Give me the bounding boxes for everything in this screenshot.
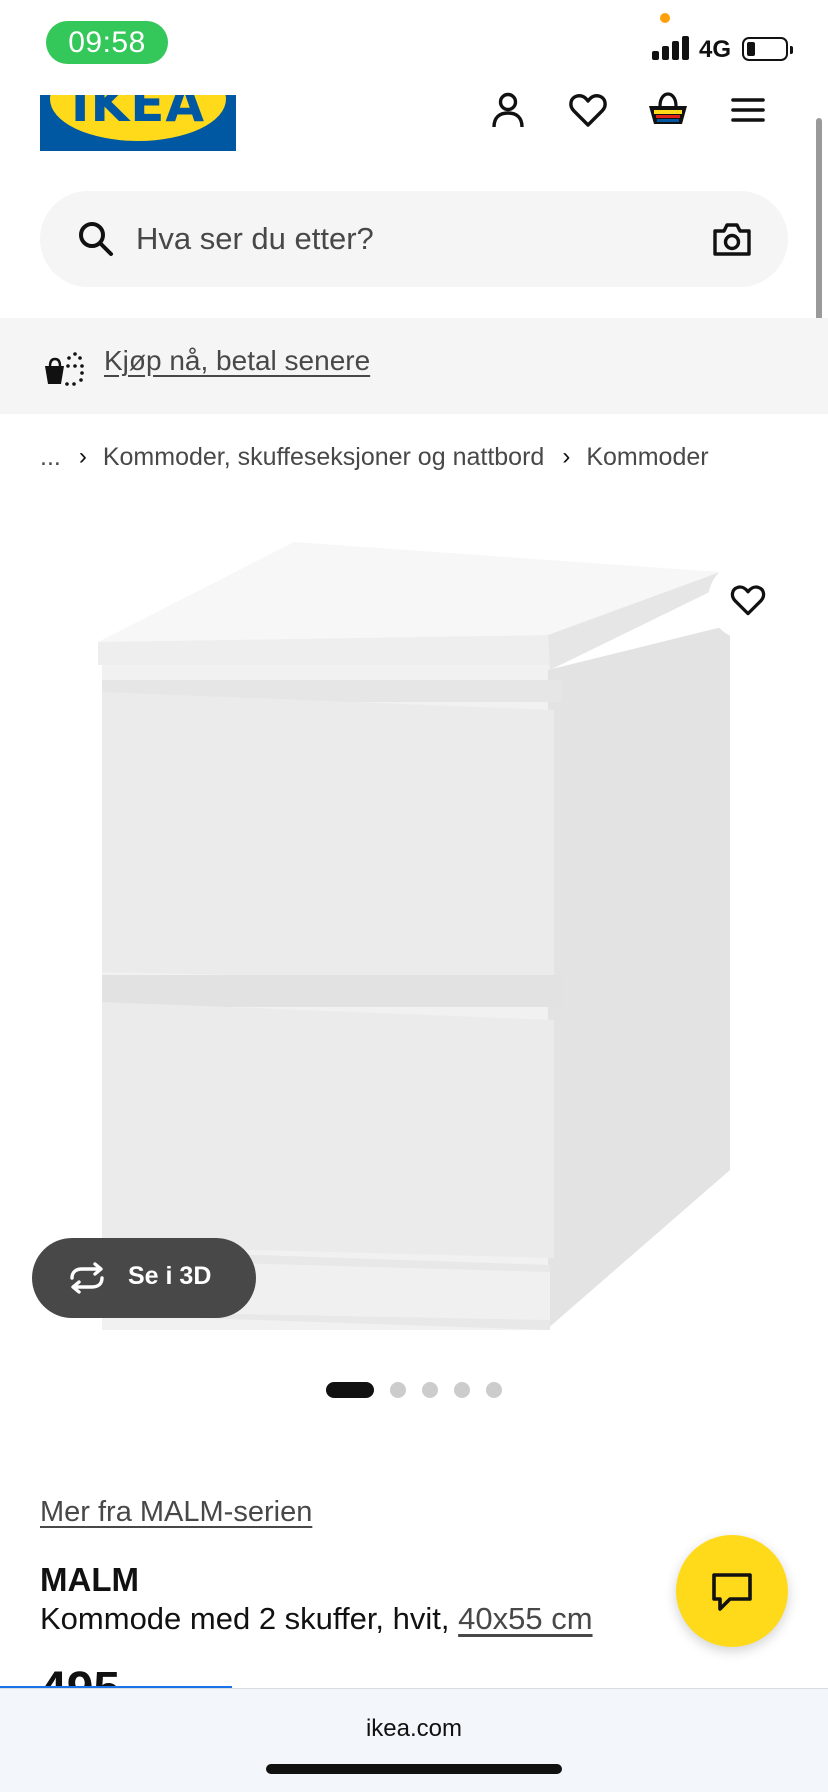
status-time: 09:58	[46, 21, 168, 64]
product-size-link[interactable]: 40x55 cm	[458, 1601, 592, 1636]
camera-search-icon[interactable]	[710, 217, 754, 261]
status-bar: 09:58 4G	[0, 0, 828, 90]
search-icon	[79, 222, 113, 256]
chat-button[interactable]	[676, 1535, 788, 1647]
pay-later-bag-icon	[45, 352, 84, 386]
chevron-right-icon: ›	[562, 443, 571, 470]
browser-url[interactable]: ikea.com	[0, 1715, 828, 1743]
browser-address-bar[interactable]: ikea.com	[0, 1688, 828, 1792]
shopping-bag-icon[interactable]	[646, 88, 690, 132]
breadcrumb-ellipsis[interactable]: ...	[40, 443, 61, 472]
hamburger-menu-icon[interactable]	[726, 88, 770, 132]
gallery-dot[interactable]	[390, 1382, 406, 1398]
battery-icon	[742, 37, 793, 61]
search-input[interactable]	[136, 211, 716, 267]
rotate-3d-icon	[70, 1262, 104, 1294]
breadcrumb: ... › Kommoder, skuffeseksjoner og nattb…	[40, 440, 709, 474]
gallery-dot[interactable]	[454, 1382, 470, 1398]
product-description-text: Kommode med 2 skuffer, hvit,	[40, 1601, 459, 1636]
search-bar[interactable]	[40, 191, 788, 287]
promo-band: Kjøp nå, betal senere	[0, 318, 828, 414]
heart-icon[interactable]	[566, 88, 610, 132]
cellular-signal-icon	[652, 36, 692, 60]
heart-icon	[730, 585, 766, 616]
product-name: MALM	[40, 1561, 139, 1598]
product-price: 495	[40, 1670, 120, 1686]
chevron-right-icon: ›	[78, 443, 87, 470]
product-description: Kommode med 2 skuffer, hvit, 40x55 cm	[40, 1601, 593, 1637]
product-price-value: 495	[40, 1670, 120, 1686]
view-in-3d-button[interactable]: Se i 3D	[32, 1238, 256, 1318]
network-type: 4G	[699, 36, 732, 63]
buy-now-pay-later-link[interactable]: Kjøp nå, betal senere	[104, 345, 370, 377]
breadcrumb-item-dressers[interactable]: Kommoder	[586, 443, 708, 472]
home-indicator[interactable]	[266, 1764, 562, 1774]
chat-bubble-icon	[712, 1573, 752, 1611]
gallery-dot[interactable]	[422, 1382, 438, 1398]
ikea-logo[interactable]: IKEA	[40, 95, 236, 151]
product-image[interactable]	[80, 520, 760, 1340]
profile-icon[interactable]	[486, 88, 530, 132]
privacy-indicator-dot	[660, 13, 670, 23]
series-link[interactable]: Mer fra MALM-serien	[40, 1496, 312, 1529]
add-to-favourites-button[interactable]	[708, 560, 788, 640]
gallery-dot-active[interactable]	[326, 1382, 374, 1398]
breadcrumb-item-dressers-nightstands[interactable]: Kommoder, skuffeseksjoner og nattbord	[103, 443, 544, 472]
page-scrollbar[interactable]	[816, 118, 822, 322]
gallery-dot[interactable]	[486, 1382, 502, 1398]
view-in-3d-label: Se i 3D	[128, 1262, 212, 1290]
logo-text: IKEA	[70, 95, 206, 133]
